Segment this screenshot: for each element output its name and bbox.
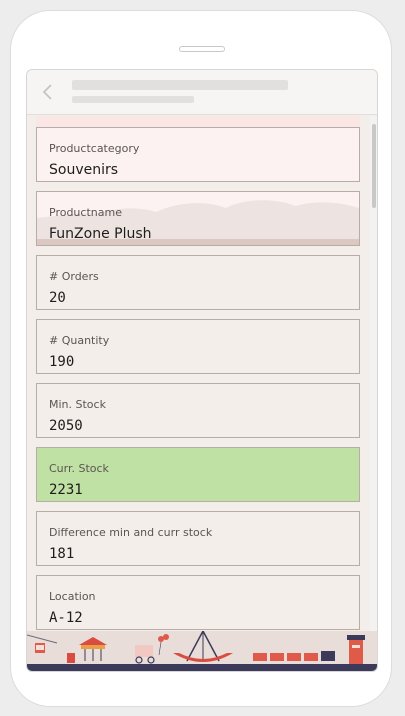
scrollbar-thumb[interactable] [372, 124, 376, 208]
field-card-stock-difference: Difference min and curr stock 181 [36, 511, 360, 566]
field-label: Min. Stock [49, 398, 106, 411]
field-card-productname: Productname FunZone Plush [36, 191, 360, 246]
header-bar [27, 70, 377, 115]
top-strip [36, 116, 360, 127]
app-screen: Productcategory Souvenirs Productname Fu… [26, 69, 378, 672]
chevron-left-icon[interactable] [39, 82, 57, 102]
field-value: Souvenirs [49, 162, 119, 178]
title-placeholder [72, 80, 288, 90]
field-value: 181 [49, 546, 75, 562]
field-label: Curr. Stock [49, 462, 109, 475]
field-value: 2231 [49, 482, 83, 498]
field-value: 20 [49, 290, 66, 306]
field-label: Difference min and curr stock [49, 526, 213, 539]
amusement-park-illustration [27, 631, 377, 671]
field-value: FunZone Plush [49, 226, 152, 242]
field-card-productcategory: Productcategory Souvenirs [36, 127, 360, 182]
field-card-location: Location A-12 [36, 575, 360, 630]
field-card-curr-stock: Curr. Stock 2231 [36, 447, 360, 502]
field-label: Productcategory [49, 142, 140, 155]
field-value: 2050 [49, 418, 83, 434]
field-label: Productname [49, 206, 122, 219]
field-label: # Quantity [49, 334, 110, 347]
field-label: Location [49, 590, 96, 603]
field-value: 190 [49, 354, 75, 370]
field-card-quantity: # Quantity 190 [36, 319, 360, 374]
phone-frame: Productcategory Souvenirs Productname Fu… [10, 10, 392, 707]
phone-speaker [179, 46, 225, 52]
field-card-min-stock: Min. Stock 2050 [36, 383, 360, 438]
field-label: # Orders [49, 270, 99, 283]
subtitle-placeholder [72, 96, 194, 103]
field-card-orders: # Orders 20 [36, 255, 360, 310]
details-list: Productcategory Souvenirs Productname Fu… [36, 116, 360, 671]
field-value: A-12 [49, 610, 83, 626]
